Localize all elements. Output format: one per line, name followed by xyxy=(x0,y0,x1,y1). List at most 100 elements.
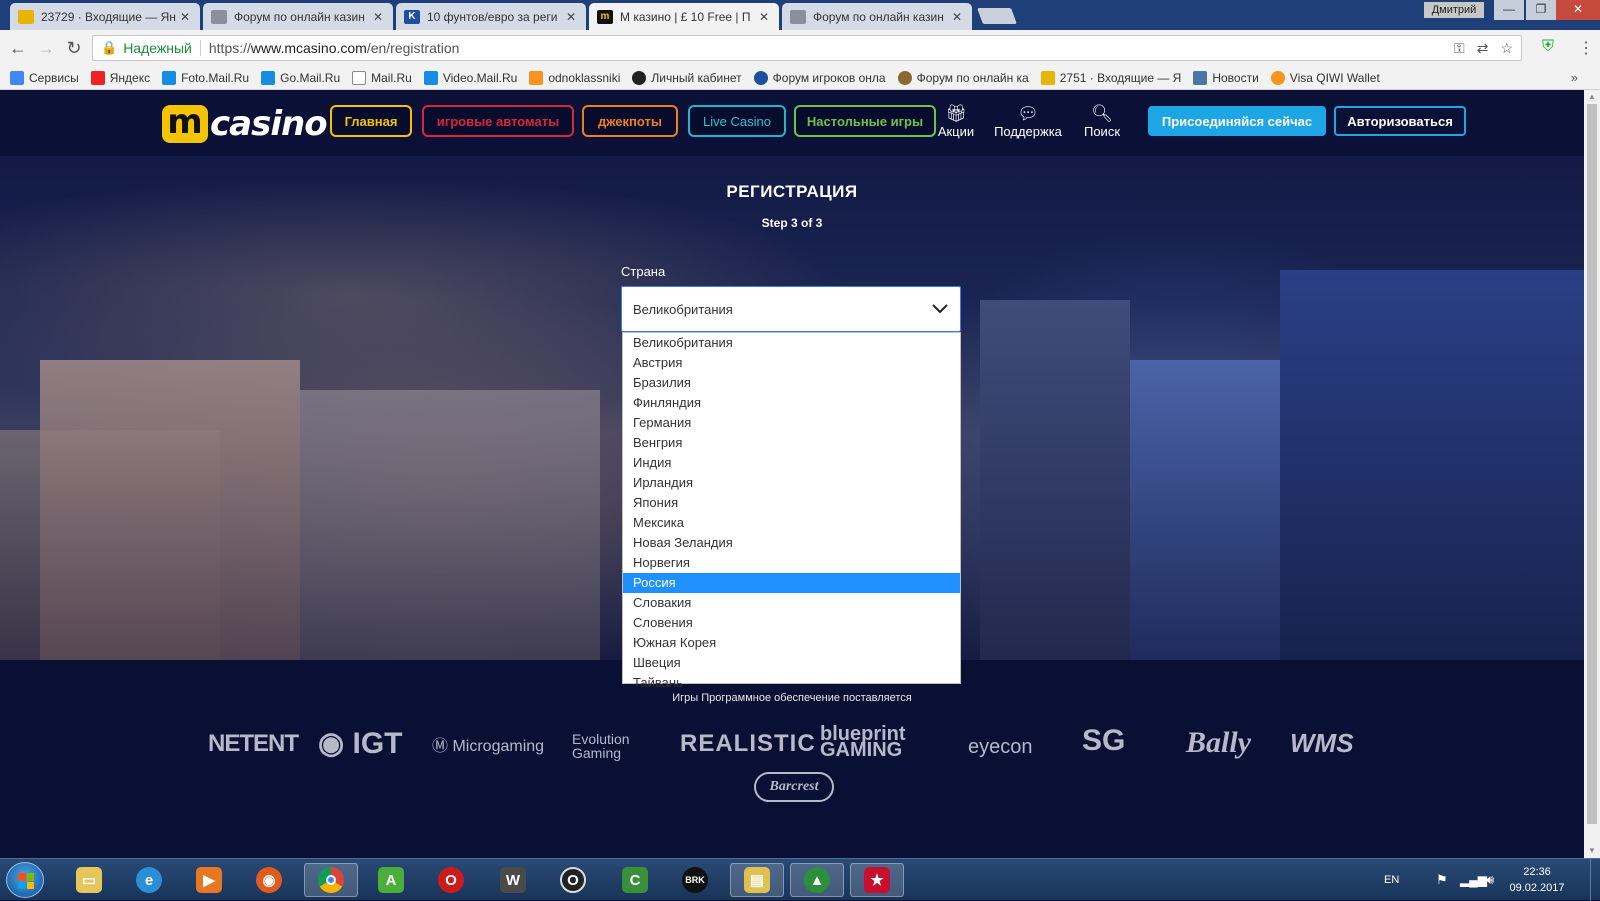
login-button[interactable]: Авторизоваться xyxy=(1334,106,1466,136)
chevron-right-icon[interactable]: » xyxy=(1571,70,1578,85)
scroll-down-icon[interactable]: ▼ xyxy=(1584,844,1600,858)
bookmark[interactable]: Личный кабинет xyxy=(632,70,742,85)
realistic-logo: REALISTIC xyxy=(680,730,816,757)
bookmark[interactable]: Форум по онлайн ка xyxy=(897,70,1029,85)
taskbar-monitor[interactable]: ▲ xyxy=(790,863,844,897)
reload-icon[interactable]: ↻ xyxy=(64,38,84,58)
country-option[interactable]: Венгрия xyxy=(623,433,960,453)
network-icon[interactable]: ▂▄▆ xyxy=(1460,859,1487,901)
country-option[interactable]: Великобритания xyxy=(623,333,960,353)
browser-toolbar: ← → ↻ 🔒 Надежный https://www.mcasino.com… xyxy=(0,30,1600,66)
page-title: РЕГИСТРАЦИЯ xyxy=(726,182,858,201)
taskbar-media-player[interactable]: ▶ xyxy=(182,863,236,897)
bookmark[interactable]: Форум игроков онла xyxy=(753,70,886,85)
country-option[interactable]: Бразилия xyxy=(623,373,960,393)
back-icon[interactable]: ← xyxy=(8,38,28,58)
country-option[interactable]: Германия xyxy=(623,413,960,433)
country-option-highlighted[interactable]: Россия xyxy=(623,573,960,593)
country-option[interactable]: Япония xyxy=(623,493,960,513)
close-icon[interactable]: ✕ xyxy=(178,10,192,24)
bookmark[interactable]: Video.Mail.Ru xyxy=(423,70,517,85)
search-link[interactable]: 🔍︎ Поиск xyxy=(1072,104,1132,139)
join-now-button[interactable]: Присоединяйся сейчас xyxy=(1148,106,1326,136)
taskbar-firefox[interactable]: ◉ xyxy=(242,863,296,897)
close-window-icon[interactable]: ✕ xyxy=(1556,0,1600,20)
taskbar-opera[interactable]: O xyxy=(424,863,478,897)
bookmark[interactable]: Go.Mail.Ru xyxy=(261,70,340,85)
bookmark[interactable]: Foto.Mail.Ru xyxy=(162,70,249,85)
minimize-icon[interactable]: — xyxy=(1494,0,1524,20)
taskbar-camtasia[interactable]: C xyxy=(608,863,662,897)
taskbar-chrome[interactable] xyxy=(304,863,358,897)
country-option[interactable]: Новая Зеландия xyxy=(623,533,960,553)
browser-tab-active[interactable]: m М казино | £ 10 Free | П ✕ xyxy=(589,3,779,30)
bookmark[interactable]: odnoklassniki xyxy=(529,70,620,85)
translate-icon[interactable]: ⇄ xyxy=(1477,40,1489,57)
nav-jackpots-button[interactable]: джекпоты xyxy=(582,105,678,137)
language-indicator[interactable]: EN xyxy=(1384,859,1399,901)
profile-button[interactable]: Дмитрий xyxy=(1424,2,1484,18)
nav-slots-button[interactable]: игровые автоматы xyxy=(422,105,574,137)
taskbar-brk[interactable]: BRK xyxy=(668,863,722,897)
camtasia-icon: C xyxy=(622,867,648,893)
browser-tab[interactable]: 23729 · Входящие — Ян ✕ xyxy=(10,3,200,30)
ie-icon: e xyxy=(136,867,162,893)
taskbar-internet-explorer[interactable]: e xyxy=(122,863,176,897)
bookmark[interactable]: Сервисы xyxy=(10,70,79,85)
country-option[interactable]: Финляндия xyxy=(623,393,960,413)
browser-tab[interactable]: K 10 фунтов/евро за реги ✕ xyxy=(396,3,586,30)
country-option[interactable]: Индия xyxy=(623,453,960,473)
scroll-up-icon[interactable]: ▲ xyxy=(1584,90,1600,104)
menu-icon[interactable]: ⋮ xyxy=(1578,38,1594,58)
country-option[interactable]: Словакия xyxy=(623,593,960,613)
star-icon[interactable]: ☆ xyxy=(1500,40,1513,57)
taskbar-pokerstars[interactable]: ★ xyxy=(850,863,904,897)
address-bar[interactable]: 🔒 Надежный https://www.mcasino.com/en/re… xyxy=(92,35,1522,61)
clock[interactable]: 22:36 09.02.2017 xyxy=(1508,864,1566,896)
scrollbar-thumb[interactable] xyxy=(1587,104,1597,824)
maximize-icon[interactable]: ❐ xyxy=(1526,0,1556,20)
country-option[interactable]: Словения xyxy=(623,613,960,633)
taskbar-explorer[interactable]: ▭ xyxy=(62,863,116,897)
bookmark[interactable]: Mail.Ru xyxy=(352,70,412,85)
flag-icon[interactable]: ⚑ xyxy=(1436,859,1448,901)
taskbar-folder[interactable]: ▤ xyxy=(730,863,784,897)
forward-icon[interactable]: → xyxy=(36,38,56,58)
country-option[interactable]: Южная Корея xyxy=(623,633,960,653)
support-link[interactable]: 💬︎ Поддержка xyxy=(990,104,1066,139)
bookmark[interactable]: Яндекс xyxy=(90,70,150,85)
nav-home-button[interactable]: Главная xyxy=(330,105,412,137)
browser-tab[interactable]: Форум по онлайн казин ✕ xyxy=(203,3,393,30)
close-icon[interactable]: ✕ xyxy=(757,10,771,24)
bookmark[interactable]: 2751 · Входящие — Я xyxy=(1040,70,1181,85)
country-option[interactable]: Австрия xyxy=(623,353,960,373)
eyecon-logo: eyecon xyxy=(968,736,1033,758)
key-icon[interactable]: ⚿ xyxy=(1454,40,1465,57)
taskbar-world-of-tanks[interactable]: W xyxy=(486,863,540,897)
country-option[interactable]: Швеция xyxy=(623,653,960,673)
promotions-link[interactable]: 🎁︎ Акции xyxy=(926,104,986,139)
nav-live-casino-button[interactable]: Live Casino xyxy=(688,105,786,137)
volume-icon[interactable]: 🔊︎ xyxy=(1486,859,1494,901)
new-tab-button[interactable] xyxy=(977,8,1017,24)
mcasino-logo[interactable]: m casino xyxy=(162,104,328,144)
taskbar-app-a[interactable]: A xyxy=(364,863,418,897)
close-icon[interactable]: ✕ xyxy=(564,10,578,24)
bookmark[interactable]: Новости xyxy=(1193,70,1259,85)
country-option[interactable]: Норвегия xyxy=(623,553,960,573)
shield-icon[interactable]: ⛨ xyxy=(1542,38,1560,58)
close-icon[interactable]: ✕ xyxy=(950,10,964,24)
close-icon[interactable]: ✕ xyxy=(371,10,385,24)
browser-tab[interactable]: Форум по онлайн казин ✕ xyxy=(782,3,972,30)
nav-table-games-button[interactable]: Настольные игры xyxy=(794,105,936,137)
country-select[interactable]: Великобритания xyxy=(621,286,961,332)
mail-icon xyxy=(1040,70,1055,85)
bookmark[interactable]: Visa QIWI Wallet xyxy=(1270,70,1380,85)
show-desktop-button[interactable] xyxy=(1590,859,1600,901)
country-option[interactable]: Мексика xyxy=(623,513,960,533)
country-option[interactable]: Ирландия xyxy=(623,473,960,493)
vk-icon xyxy=(1193,70,1208,85)
taskbar-opera-neon[interactable]: O xyxy=(546,863,600,897)
start-button[interactable] xyxy=(6,862,44,898)
page-scrollbar[interactable]: ▲ ▼ xyxy=(1584,90,1600,858)
